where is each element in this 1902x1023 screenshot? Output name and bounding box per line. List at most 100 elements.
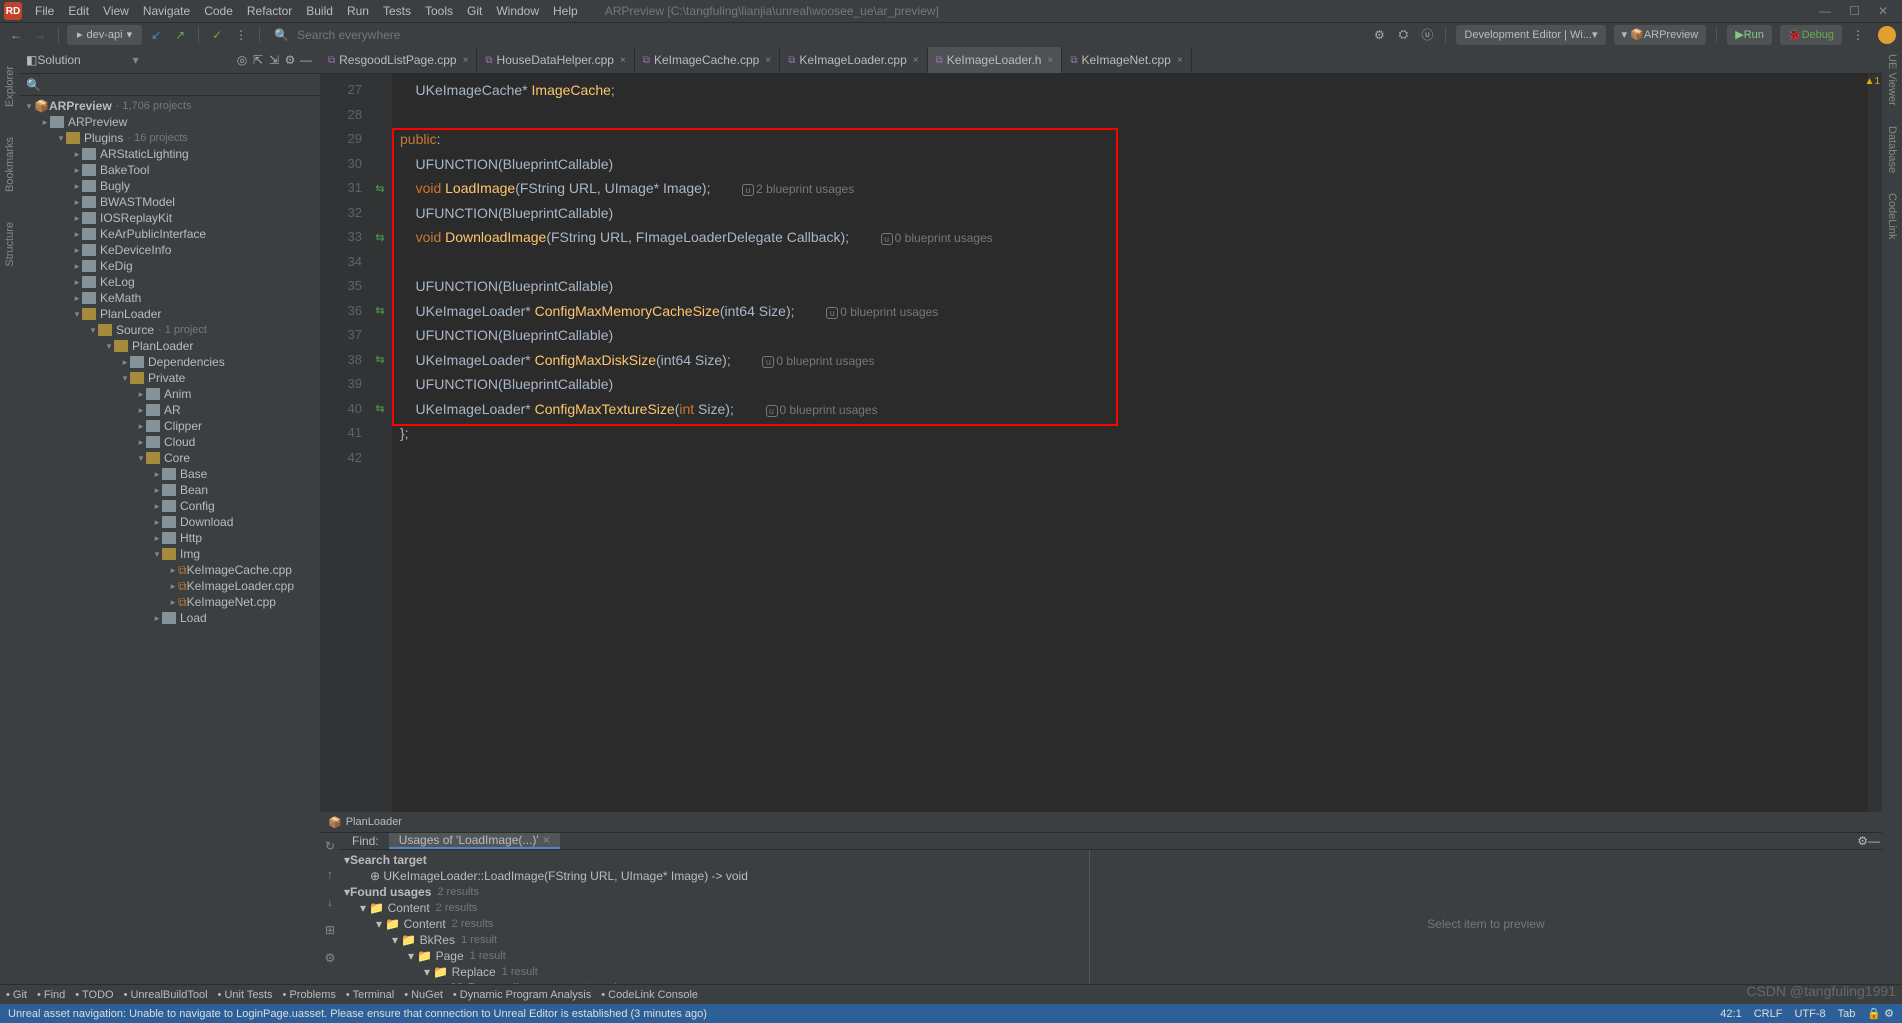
tree-item[interactable]: ▸ ⧉ KeImageLoader.cpp <box>20 578 320 594</box>
tree-item[interactable]: ▸ KeDig <box>20 258 320 274</box>
tree-item[interactable]: ▸ IOSReplayKit <box>20 210 320 226</box>
menu-edit[interactable]: Edit <box>61 4 96 18</box>
run-button[interactable]: ▶ Run <box>1727 25 1772 45</box>
menu-file[interactable]: File <box>28 4 61 18</box>
tree-item[interactable]: ▸ Clipper <box>20 418 320 434</box>
tree-item[interactable]: ▸ AR <box>20 402 320 418</box>
locate-icon[interactable]: ◎ <box>234 53 250 67</box>
rail-codelink[interactable]: CodeLink <box>1886 193 1898 239</box>
bottom-nuget[interactable]: • NuGet <box>404 989 443 1001</box>
tree-item[interactable]: ▸ ⧉ KeImageCache.cpp <box>20 562 320 578</box>
sidebar-search[interactable]: 🔍 <box>20 74 320 96</box>
breadcrumb[interactable]: 📦 PlanLoader <box>320 812 1882 832</box>
tree-item[interactable]: ▸ ⧉ KeImageNet.cpp <box>20 594 320 610</box>
status-UTF-8[interactable]: UTF-8 <box>1794 1008 1825 1020</box>
bottom-terminal[interactable]: • Terminal <box>346 989 394 1001</box>
collapse-icon[interactable]: ⇲ <box>266 53 282 67</box>
menu-build[interactable]: Build <box>299 4 340 18</box>
refresh-icon[interactable]: ↻ <box>325 839 335 853</box>
more-run-icon[interactable]: ⋮ <box>1848 28 1868 42</box>
tree-item[interactable]: ▸ Config <box>20 498 320 514</box>
find-item[interactable]: ▾ 📁 Page1 result <box>340 948 1089 964</box>
gear-icon[interactable]: ⚙ <box>282 53 298 67</box>
tree-item[interactable]: ▸ Cloud <box>20 434 320 450</box>
tree-item[interactable]: ▸ KeDeviceInfo <box>20 242 320 258</box>
rail-structure[interactable]: Structure <box>4 222 16 267</box>
tree-item[interactable]: ▾ PlanLoader <box>20 306 320 322</box>
tab-HouseDataHelper.cpp[interactable]: ⧉HouseDataHelper.cpp× <box>477 47 634 73</box>
tree-item[interactable]: ▾ Plugins · 16 projects <box>20 130 320 146</box>
maximize-button[interactable]: ☐ <box>1849 4 1860 18</box>
tree-item[interactable]: ▾ Source · 1 project <box>20 322 320 338</box>
find-hide-icon[interactable]: — <box>1868 834 1880 848</box>
tree-item[interactable]: ▸ Anim <box>20 386 320 402</box>
tree-item[interactable]: ▸ BakeTool <box>20 162 320 178</box>
tree-item[interactable]: ▸ Download <box>20 514 320 530</box>
find-item[interactable]: ▾ 📁 Replace1 result <box>340 964 1089 980</box>
tree-item[interactable]: ▸ ARPreview <box>20 114 320 130</box>
tree-item[interactable]: ▸ KeLog <box>20 274 320 290</box>
bottom-problems[interactable]: • Problems <box>283 989 336 1001</box>
debug-button[interactable]: 🐞 Debug <box>1780 25 1842 45</box>
tab-KeImageNet.cpp[interactable]: ⧉KeImageNet.cpp× <box>1062 47 1191 73</box>
bottom-git[interactable]: • Git <box>6 989 27 1001</box>
bottom-unit-tests[interactable]: • Unit Tests <box>218 989 273 1001</box>
tree-item[interactable]: ▸ Load <box>20 610 320 626</box>
search-everywhere[interactable]: 🔍 Search everywhere <box>268 28 1365 42</box>
menu-view[interactable]: View <box>96 4 136 18</box>
down-icon[interactable]: ↓ <box>327 895 333 909</box>
hide-icon[interactable]: — <box>298 53 314 67</box>
menu-run[interactable]: Run <box>340 4 376 18</box>
tree-item[interactable]: ▸ KeMath <box>20 290 320 306</box>
ue-icon[interactable]: ⛭ <box>1393 27 1413 42</box>
marker-strip[interactable]: ▲1 <box>1868 74 1882 812</box>
check-icon[interactable]: ✓ <box>207 28 227 42</box>
tree-item[interactable]: ▸ Http <box>20 530 320 546</box>
build-config[interactable]: Development Editor | Wi... ▾ <box>1456 25 1605 45</box>
settings-icon[interactable]: ⚙ <box>325 951 336 965</box>
more-icon[interactable]: ⋮ <box>231 28 251 42</box>
find-found-usages[interactable]: ▾ Found usages2 results <box>340 884 1089 900</box>
avatar[interactable] <box>1878 26 1896 44</box>
rail-ue viewer[interactable]: UE Viewer <box>1886 54 1898 106</box>
branch-selector[interactable]: ▸ dev-api ▾ <box>67 25 142 45</box>
cog-icon[interactable]: ⚙ <box>1369 28 1389 42</box>
grid-icon[interactable]: ⊞ <box>325 923 335 937</box>
forward-button[interactable]: → <box>30 28 50 42</box>
tree-item[interactable]: ▸ Base <box>20 466 320 482</box>
find-results-tree[interactable]: ▾ Search target⊕ UKeImageLoader::LoadIma… <box>340 850 1090 984</box>
tree-item[interactable]: ▸ KeArPublicInterface <box>20 226 320 242</box>
rail-database[interactable]: Database <box>1886 126 1898 173</box>
expand-icon[interactable]: ⇱ <box>250 53 266 67</box>
status-42:1[interactable]: 42:1 <box>1720 1008 1741 1020</box>
find-item[interactable]: ▾ 📁 Content2 results <box>340 916 1089 932</box>
find-target-sig[interactable]: ⊕ UKeImageLoader::LoadImage(FString URL,… <box>340 868 1089 884</box>
tree-item[interactable]: ▾ Img <box>20 546 320 562</box>
ue-logo-icon[interactable]: ⓤ <box>1417 26 1437 43</box>
tree-item[interactable]: ▾ Private <box>20 370 320 386</box>
menu-code[interactable]: Code <box>197 4 240 18</box>
bottom-todo[interactable]: • TODO <box>75 989 113 1001</box>
menu-refactor[interactable]: Refactor <box>240 4 299 18</box>
tree-item[interactable]: ▾ Core <box>20 450 320 466</box>
find-tab-usages[interactable]: Usages of 'LoadImage(...)' × <box>389 833 560 849</box>
bottom-unrealbuildtool[interactable]: • UnrealBuildTool <box>124 989 208 1001</box>
warning-indicator[interactable]: ▲1 <box>1865 76 1880 87</box>
tree-item[interactable]: ▸ Dependencies <box>20 354 320 370</box>
menu-navigate[interactable]: Navigate <box>136 4 197 18</box>
menu-window[interactable]: Window <box>489 4 546 18</box>
find-search-target[interactable]: ▾ Search target <box>340 852 1089 868</box>
find-item[interactable]: ▾ 📁 ResgoodItem.uasset1 result <box>340 980 1089 984</box>
menu-git[interactable]: Git <box>460 4 489 18</box>
tree-root[interactable]: ▾ 📦 ARPreview · 1,706 projects <box>20 98 320 114</box>
tree-item[interactable]: ▾ PlanLoader <box>20 338 320 354</box>
status-CRLF[interactable]: CRLF <box>1754 1008 1783 1020</box>
tab-KeImageCache.cpp[interactable]: ⧉KeImageCache.cpp× <box>635 47 780 73</box>
close-button[interactable]: ✕ <box>1878 4 1888 18</box>
back-button[interactable]: ← <box>6 28 26 42</box>
run-target[interactable]: ▾ 📦 ARPreview <box>1614 25 1707 45</box>
menu-tests[interactable]: Tests <box>376 4 418 18</box>
tree-item[interactable]: ▸ BWASTModel <box>20 194 320 210</box>
find-item[interactable]: ▾ 📁 Content2 results <box>340 900 1089 916</box>
tab-ResgoodListPage.cpp[interactable]: ⧉ResgoodListPage.cpp× <box>320 47 477 73</box>
